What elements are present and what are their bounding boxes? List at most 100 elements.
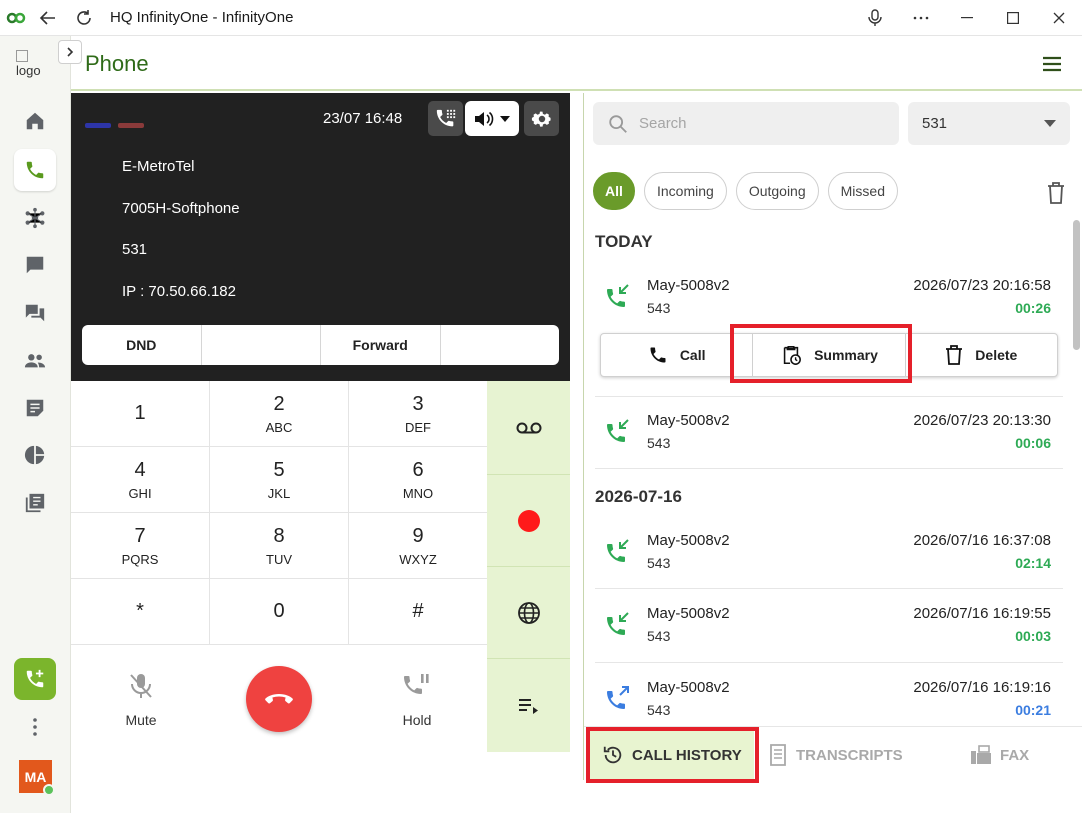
delete-all-icon[interactable] (1046, 181, 1066, 205)
dialpad-key-3[interactable]: 3 DEF (349, 381, 488, 447)
dialpad-key-8[interactable]: 8 TUV (210, 513, 349, 579)
left-sidebar: logo MA (0, 36, 71, 813)
call-record[interactable]: May-5008v2 543 2026/07/23 20:16:58 00:26 (595, 267, 1063, 327)
more-vertical-icon[interactable] (26, 716, 44, 738)
app-icon (6, 8, 26, 28)
phone-icon (26, 161, 44, 179)
chat-icon (26, 256, 44, 274)
call-record[interactable]: May-5008v2 543 2026/07/23 20:13:30 00:06 (595, 402, 1063, 462)
mute-button[interactable]: Mute (113, 672, 169, 728)
history-icon (603, 746, 622, 764)
dialpad-toggle-button[interactable] (428, 101, 463, 136)
dialpad-key-star[interactable]: * (71, 579, 210, 645)
transcript-icon (770, 744, 786, 766)
outgoing-call-icon (607, 686, 629, 709)
extension-value: 531 (922, 115, 948, 132)
record-duration: 00:06 (1015, 435, 1051, 451)
dialpad-key-5[interactable]: 5 JKL (210, 447, 349, 513)
search-field[interactable]: Search (593, 102, 899, 145)
forum-icon (25, 304, 45, 322)
call-button[interactable]: Call (601, 334, 754, 376)
delete-button[interactable]: Delete (906, 334, 1057, 376)
record-separator (595, 468, 1063, 469)
microphone-icon[interactable] (852, 0, 898, 36)
sidebar-item-home[interactable] (14, 100, 56, 142)
hold-button[interactable]: Hold (389, 672, 445, 728)
speaker-icon (475, 111, 494, 126)
dialpad-key-9[interactable]: 9 WXYZ (349, 513, 488, 579)
tab-call-history[interactable]: CALL HISTORY (588, 730, 754, 780)
sidebar-item-network[interactable] (14, 197, 56, 239)
key-letters: PQRS (121, 551, 159, 567)
hangup-button[interactable] (246, 666, 312, 732)
dialpad-key-0[interactable]: 0 (210, 579, 349, 645)
record-ext: 543 (647, 555, 671, 571)
call-record[interactable]: May-5008v2 543 2026/07/16 16:37:08 02:14 (595, 522, 1063, 582)
history-scrollbar[interactable] (1073, 220, 1080, 350)
record-button[interactable] (487, 475, 570, 567)
phone-settings-button[interactable] (524, 101, 559, 136)
call-record[interactable]: May-5008v2 543 2026/07/16 16:19:16 00:21 (595, 669, 1063, 729)
key-digit: 3 (412, 392, 424, 415)
back-arrow-icon[interactable] (34, 4, 62, 32)
key-letters: WXYZ (399, 551, 437, 567)
record-separator (595, 588, 1063, 589)
clipboard-clock-icon (783, 345, 802, 365)
softkey-2[interactable] (202, 325, 321, 365)
tab-transcripts[interactable]: TRANSCRIPTS (768, 730, 903, 780)
minimize-icon[interactable] (944, 0, 990, 36)
status-leds (85, 115, 151, 133)
gear-icon (531, 111, 551, 127)
softkey-forward[interactable]: Forward (321, 325, 441, 365)
volume-dropdown[interactable] (465, 101, 519, 136)
queue-button[interactable] (487, 659, 570, 752)
softkey-4[interactable] (441, 325, 560, 365)
window-titlebar: HQ InfinityOne - InfinityOne (0, 0, 1082, 36)
sidebar-item-contacts[interactable] (14, 340, 56, 382)
search-placeholder: Search (639, 115, 687, 132)
filter-missed[interactable]: Missed (827, 172, 898, 210)
key-letters: JKL (267, 485, 291, 501)
hangup-icon (265, 694, 293, 704)
hamburger-menu-icon[interactable] (1040, 52, 1064, 76)
filter-incoming[interactable]: Incoming (644, 172, 727, 210)
add-call-button[interactable] (14, 658, 56, 700)
sidebar-item-library[interactable] (14, 482, 56, 524)
dialpad-key-6[interactable]: 6 MNO (349, 447, 488, 513)
record-name: May-5008v2 (647, 605, 730, 622)
close-icon[interactable] (1036, 0, 1082, 36)
maximize-icon[interactable] (990, 0, 1036, 36)
refresh-icon[interactable] (70, 4, 98, 32)
search-icon (609, 114, 627, 133)
filter-outgoing[interactable]: Outgoing (735, 172, 819, 210)
dialpad-key-hash[interactable]: # (349, 579, 488, 645)
voicemail-button[interactable] (487, 381, 570, 475)
people-icon (24, 354, 46, 368)
incoming-call-icon (607, 612, 629, 635)
language-button[interactable] (487, 567, 570, 659)
sidebar-item-forum[interactable] (14, 292, 56, 334)
incoming-call-icon (607, 539, 629, 562)
more-options-icon[interactable] (898, 0, 944, 36)
sidebar-item-phone[interactable] (14, 149, 56, 191)
dialpad-key-2[interactable]: 2 ABC (210, 381, 349, 447)
key-digit: 9 (412, 524, 424, 547)
summary-button[interactable]: Summary (753, 334, 906, 376)
sidebar-collapse-button[interactable] (58, 40, 82, 64)
sidebar-item-chat[interactable] (14, 244, 56, 286)
soft-key-row: DND Forward (82, 325, 559, 365)
call-record[interactable]: May-5008v2 543 2026/07/16 16:19:55 00:03 (595, 595, 1063, 655)
sidebar-item-reports[interactable] (14, 434, 56, 476)
softkey-dnd[interactable]: DND (82, 325, 202, 365)
record-separator (595, 662, 1063, 663)
dialpad-key-1[interactable]: 1 (71, 381, 210, 447)
tab-fax[interactable]: FAX (970, 730, 1029, 780)
record-name: May-5008v2 (647, 679, 730, 696)
sidebar-item-notes[interactable] (14, 387, 56, 429)
dialpad-key-7[interactable]: 7 PQRS (71, 513, 210, 579)
filter-all[interactable]: All (593, 172, 635, 210)
avatar[interactable]: MA (19, 760, 55, 796)
dialpad-key-4[interactable]: 4 GHI (71, 447, 210, 513)
notes-icon (26, 399, 44, 417)
extension-select[interactable]: 531 (908, 102, 1070, 145)
